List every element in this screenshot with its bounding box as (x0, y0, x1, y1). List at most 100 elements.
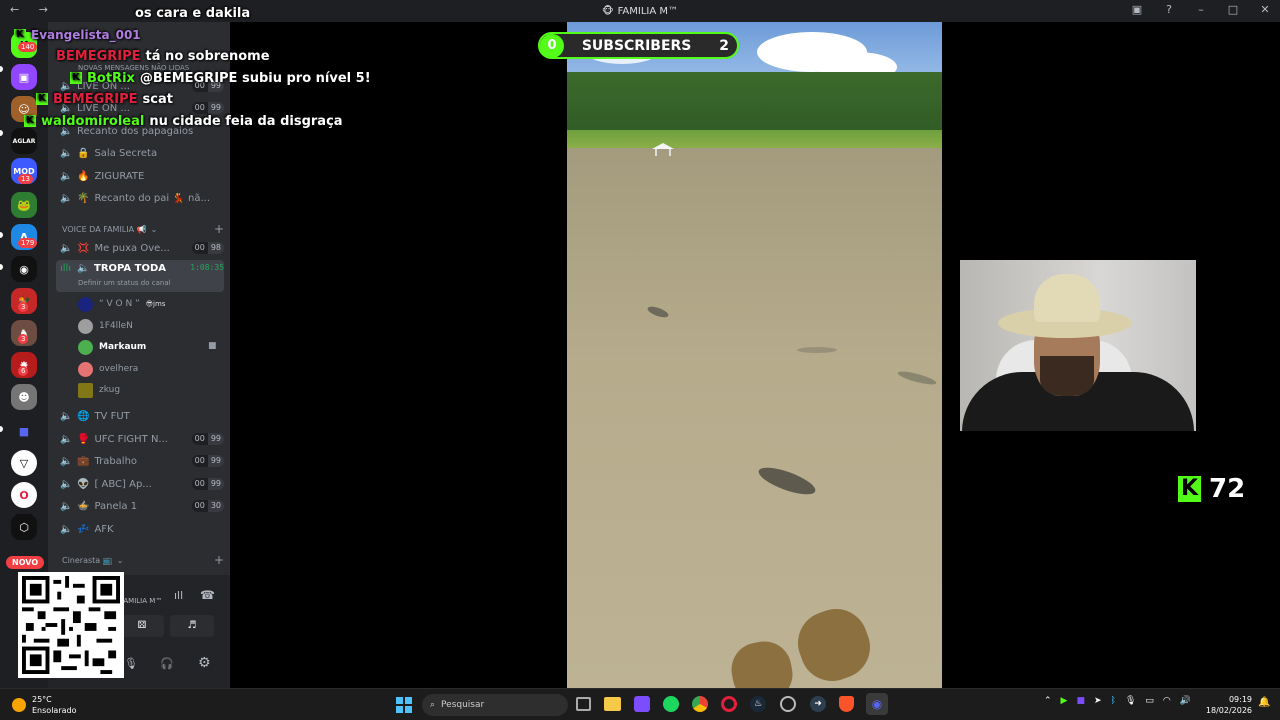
apps-icon[interactable] (634, 696, 650, 712)
user-count: 00 99 (191, 433, 224, 445)
channel-me-puxa[interactable]: 🔈 💢 Me puxa Ove... 00 98 (56, 238, 224, 258)
folder-icon[interactable]: ■ (11, 418, 37, 444)
unread-pip (0, 66, 3, 72)
category-label: VOICE DA FAMILIA 📢 (62, 224, 147, 234)
search-icon: ⌕ (430, 700, 436, 710)
voice-user[interactable]: 1F4lleN (78, 316, 133, 336)
alien-icon: 👽 (77, 478, 90, 490)
server-icon-opera[interactable]: O (11, 482, 37, 508)
inbox-icon[interactable]: ▣ (1130, 3, 1144, 16)
start-button[interactable] (396, 697, 412, 713)
server-icon-avatar[interactable]: ☺ (11, 96, 37, 122)
channel-tropa-toda[interactable]: ıllı 🔈 TROPA TODA 1:08:35 (56, 260, 224, 292)
window-title-text: FAMILIA M™ (617, 5, 678, 17)
wifi-icon[interactable]: ◠ (1163, 696, 1171, 706)
chevron-up-icon[interactable]: ⌃ (1044, 696, 1052, 706)
weather-widget[interactable]: 25°C Ensolarado (12, 694, 76, 716)
windows-taskbar: 25°C Ensolarado ⌕ Pesquisar ♨ ➜ ◉ ⌃ ▶ ■ … (0, 688, 1280, 720)
app-icon[interactable] (780, 696, 796, 712)
minimize-button[interactable]: – (1194, 3, 1208, 16)
chrome-icon[interactable] (692, 696, 708, 712)
maximize-button[interactable]: □ (1226, 3, 1240, 16)
channel-afk[interactable]: 🔈 💤 AFK (56, 519, 224, 539)
voice-user[interactable]: zkug (78, 380, 120, 400)
volume-icon[interactable]: 🔊 (1180, 696, 1191, 706)
mic-icon[interactable]: 🎙 (124, 657, 138, 670)
voice-user[interactable]: ovelhera (78, 359, 138, 379)
avatar (78, 382, 93, 398)
chevron-down-icon: ⌄ (116, 555, 124, 565)
discord-icon[interactable]: ◉ (866, 693, 888, 715)
speaker-icon: 🔈 (60, 147, 73, 159)
unread-banner[interactable]: NOVAS MENSAGENS NÃO LIDAS (78, 60, 224, 76)
voice-user[interactable]: Markaum (78, 337, 146, 357)
bluetooth-icon[interactable]: ᛒ (1111, 696, 1116, 706)
channel-sala-secreta[interactable]: 🔈 🔒 Sala Secreta (56, 143, 224, 163)
server-icon-streamelements[interactable]: ◉ (11, 256, 37, 282)
app-tray-icon[interactable]: ■ (1076, 696, 1085, 706)
user-count: 00 30 (191, 500, 224, 512)
voice-server-name: FAMILIA M™ (120, 597, 163, 605)
settings-gear-icon[interactable]: ⚙ (198, 655, 211, 671)
add-channel-icon[interactable]: + (214, 222, 224, 236)
channel-tv-fut[interactable]: 🔈 🌐 TV FUT (56, 406, 224, 426)
channel-live-2[interactable]: 🔈 LIVE ON ... 00 99 (56, 98, 224, 118)
fish (797, 347, 837, 353)
arrow-tray-icon[interactable]: ➤ (1094, 696, 1102, 706)
channel-abc[interactable]: 🔈 👽 [ ABC] Ap... 00 99 (56, 474, 224, 494)
user-name: Markaum (99, 342, 147, 352)
channel-ufc[interactable]: 🔈 🥊 UFC FIGHT N... 00 99 (56, 429, 224, 449)
brave-icon[interactable] (839, 696, 854, 712)
help-icon[interactable]: ? (1162, 3, 1176, 16)
server-icon-hex[interactable]: ⬡ (11, 514, 37, 540)
channel-panela[interactable]: 🔈 🍲 Panela 1 00 30 (56, 496, 224, 516)
nav-arrows[interactable]: ← → (10, 3, 56, 16)
server-icon-vector[interactable]: ▽ (11, 450, 37, 476)
voice-user[interactable]: “ V O N ” 😎jms (78, 294, 165, 314)
disconnect-icon[interactable]: ☎ (200, 588, 215, 602)
mic-tray-icon[interactable]: 🎙 (1125, 696, 1136, 706)
network-icon[interactable]: ▭ (1145, 696, 1154, 706)
channel-recanto-pai[interactable]: 🔈 🌴 Recanto do pai 💃 nã... (56, 188, 224, 208)
notification-bell-icon[interactable]: 🔔 (1258, 697, 1270, 708)
gazebo (652, 142, 674, 156)
server-icon-person[interactable]: ☻ (11, 384, 37, 410)
channel-live-1[interactable]: 🔈 LIVE ON ... 00 99 (56, 76, 224, 96)
server-icon-frog[interactable]: 🐸 (11, 192, 37, 218)
user-name: ovelhera (99, 364, 139, 374)
add-channel-icon[interactable]: + (214, 553, 224, 567)
channel-zigurate[interactable]: 🔈 🔥 ZIGURATE (56, 166, 224, 186)
close-button[interactable]: ✕ (1258, 3, 1272, 16)
category-cinerasta[interactable]: Cinerasta 📺 ⌄ + (62, 552, 224, 568)
channel-status[interactable]: Definir um status do canal (78, 279, 171, 287)
steam-icon[interactable]: ♨ (750, 696, 766, 712)
channel-label: LIVE ON ... (77, 102, 130, 114)
glove-icon: 🥊 (77, 433, 90, 445)
spotify-icon[interactable] (663, 696, 679, 712)
soundboard-button[interactable]: ♬ (170, 615, 214, 637)
activity-button[interactable]: ⚄ (120, 615, 164, 637)
arrow-app-icon[interactable]: ➜ (810, 696, 826, 712)
opera-icon[interactable] (721, 696, 737, 712)
window-title: 🐵 FAMILIA M™ (602, 6, 678, 17)
taskbar-clock[interactable]: 09:19 18/02/2026 (1204, 694, 1252, 716)
taskview-icon[interactable] (576, 697, 591, 711)
channel-recanto-papagaios[interactable]: 🔈 Recanto dos papagaios (56, 121, 224, 141)
channel-label: Panela 1 (94, 500, 138, 512)
weather-text: 25°C Ensolarado (32, 694, 76, 716)
noise-suppression-icon[interactable]: ıll (174, 589, 183, 602)
avatar (78, 318, 93, 334)
channel-label: Sala Secreta (94, 147, 158, 159)
server-icon-aglar[interactable]: AGLAR (11, 128, 37, 154)
channel-trabalho[interactable]: 🔈 💼 Trabalho 00 99 (56, 451, 224, 471)
app-root: ← → 🐵 FAMILIA M™ ▣ ? – □ ✕ K 140 ▣ ☺ AGL… (0, 0, 1280, 720)
taskbar-search[interactable]: ⌕ Pesquisar (422, 694, 568, 716)
avatar (78, 296, 93, 312)
headphones-icon[interactable]: 🎧 (160, 657, 174, 670)
server-icon-twitch[interactable]: ▣ (11, 64, 37, 90)
badge: 140 (18, 42, 38, 52)
play-icon[interactable]: ▶ (1061, 696, 1068, 706)
category-voice-familia[interactable]: VOICE DA FAMILIA 📢 ⌄ + (62, 221, 224, 237)
explorer-icon[interactable] (604, 697, 621, 711)
fire-icon: 🔥 (77, 170, 90, 182)
